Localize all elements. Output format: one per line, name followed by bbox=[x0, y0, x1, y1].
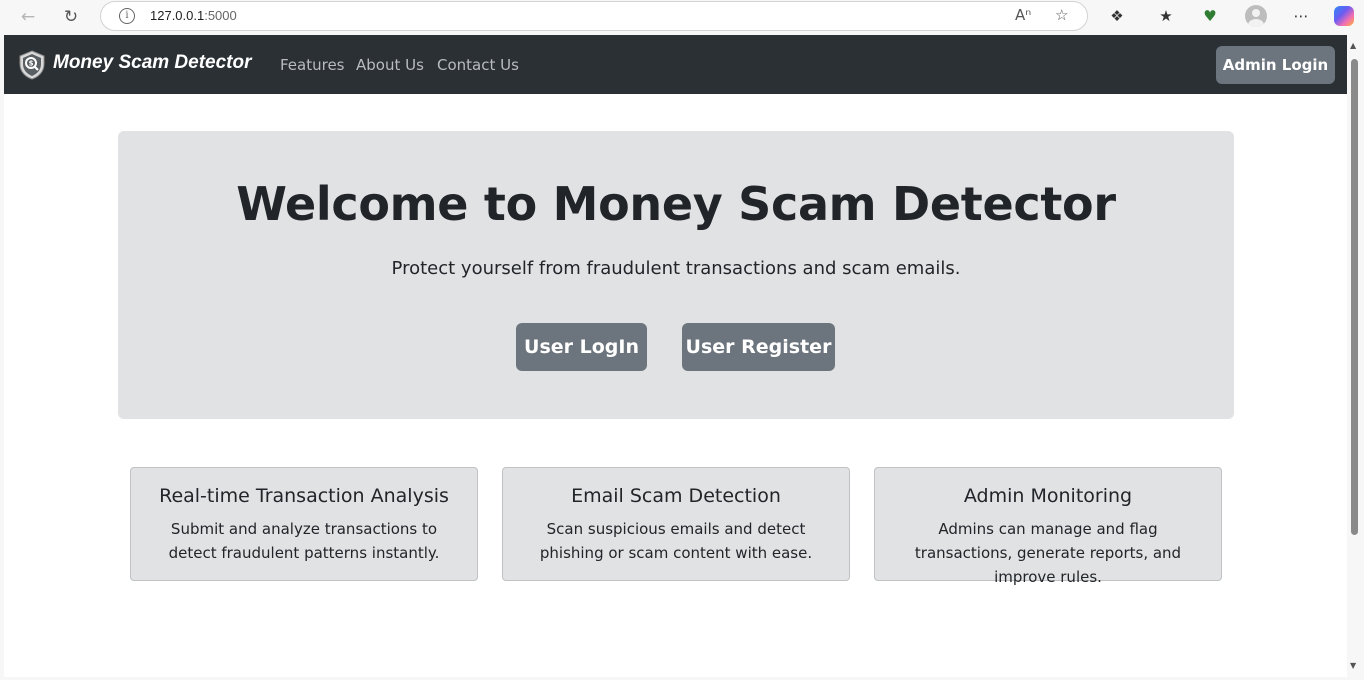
admin-login-button[interactable]: Admin Login bbox=[1216, 46, 1335, 84]
feature-card-email-detection: Email Scam Detection Scan suspicious ema… bbox=[502, 467, 850, 581]
brand-name[interactable]: Money Scam Detector bbox=[53, 52, 252, 74]
scroll-down-arrow-icon[interactable]: ▼ bbox=[1350, 661, 1356, 670]
browser-essentials-icon[interactable]: ♥ bbox=[1197, 4, 1223, 28]
top-navbar: $ Money Scam Detector Features About Us … bbox=[4, 35, 1347, 94]
feature-card-transaction-analysis: Real-time Transaction Analysis Submit an… bbox=[130, 467, 478, 581]
page-viewport: $ Money Scam Detector Features About Us … bbox=[4, 35, 1347, 677]
browser-toolbar: ← ↻ i 127.0.0.1:5000 Aⁿ ☆ ❖ ★ ♥ ⋯ bbox=[0, 0, 1364, 34]
shield-logo-icon[interactable]: $ bbox=[17, 50, 47, 80]
address-url[interactable]: 127.0.0.1:5000 bbox=[150, 8, 237, 23]
reload-icon[interactable]: ↻ bbox=[58, 4, 84, 30]
extensions-icon[interactable]: ❖ bbox=[1104, 4, 1130, 28]
back-icon[interactable]: ← bbox=[15, 4, 41, 30]
site-info-icon[interactable]: i bbox=[119, 8, 135, 24]
nav-link-contact-us[interactable]: Contact Us bbox=[437, 56, 519, 74]
feature-card-text: Scan suspicious emails and detect phishi… bbox=[539, 520, 813, 562]
copilot-icon[interactable] bbox=[1331, 4, 1357, 28]
user-login-button[interactable]: User LogIn bbox=[516, 323, 647, 371]
more-menu-icon[interactable]: ⋯ bbox=[1288, 4, 1314, 28]
favorites-icon[interactable]: ★ bbox=[1153, 4, 1179, 28]
hero-subtitle: Protect yourself from fraudulent transac… bbox=[391, 258, 961, 279]
nav-link-about-us[interactable]: About Us bbox=[356, 56, 424, 74]
scrollbar-thumb[interactable] bbox=[1351, 59, 1358, 535]
hero-title: Welcome to Money Scam Detector bbox=[236, 177, 1116, 231]
address-bar[interactable]: i 127.0.0.1:5000 Aⁿ ☆ bbox=[100, 1, 1088, 31]
feature-card-title: Admin Monitoring bbox=[963, 485, 1133, 507]
svg-text:$: $ bbox=[29, 60, 34, 68]
scroll-up-arrow-icon[interactable]: ▲ bbox=[1350, 41, 1356, 50]
profile-icon[interactable] bbox=[1243, 4, 1269, 28]
vertical-scrollbar[interactable]: ▲ ▼ bbox=[1348, 35, 1362, 677]
nav-link-features[interactable]: Features bbox=[280, 56, 345, 74]
user-register-button[interactable]: User Register bbox=[682, 323, 835, 371]
favorite-star-icon[interactable]: ☆ bbox=[1055, 6, 1068, 24]
read-aloud-icon[interactable]: Aⁿ bbox=[1015, 6, 1031, 24]
hero-section: Welcome to Money Scam Detector Protect y… bbox=[118, 131, 1234, 419]
feature-card-text: Admins can manage and flag transactions,… bbox=[914, 520, 1182, 586]
feature-card-admin-monitoring: Admin Monitoring Admins can manage and f… bbox=[874, 467, 1222, 586]
feature-card-title: Email Scam Detection bbox=[571, 485, 781, 507]
feature-card-title: Real-time Transaction Analysis bbox=[159, 485, 449, 507]
feature-card-text: Submit and analyze transactions to detec… bbox=[168, 520, 440, 562]
